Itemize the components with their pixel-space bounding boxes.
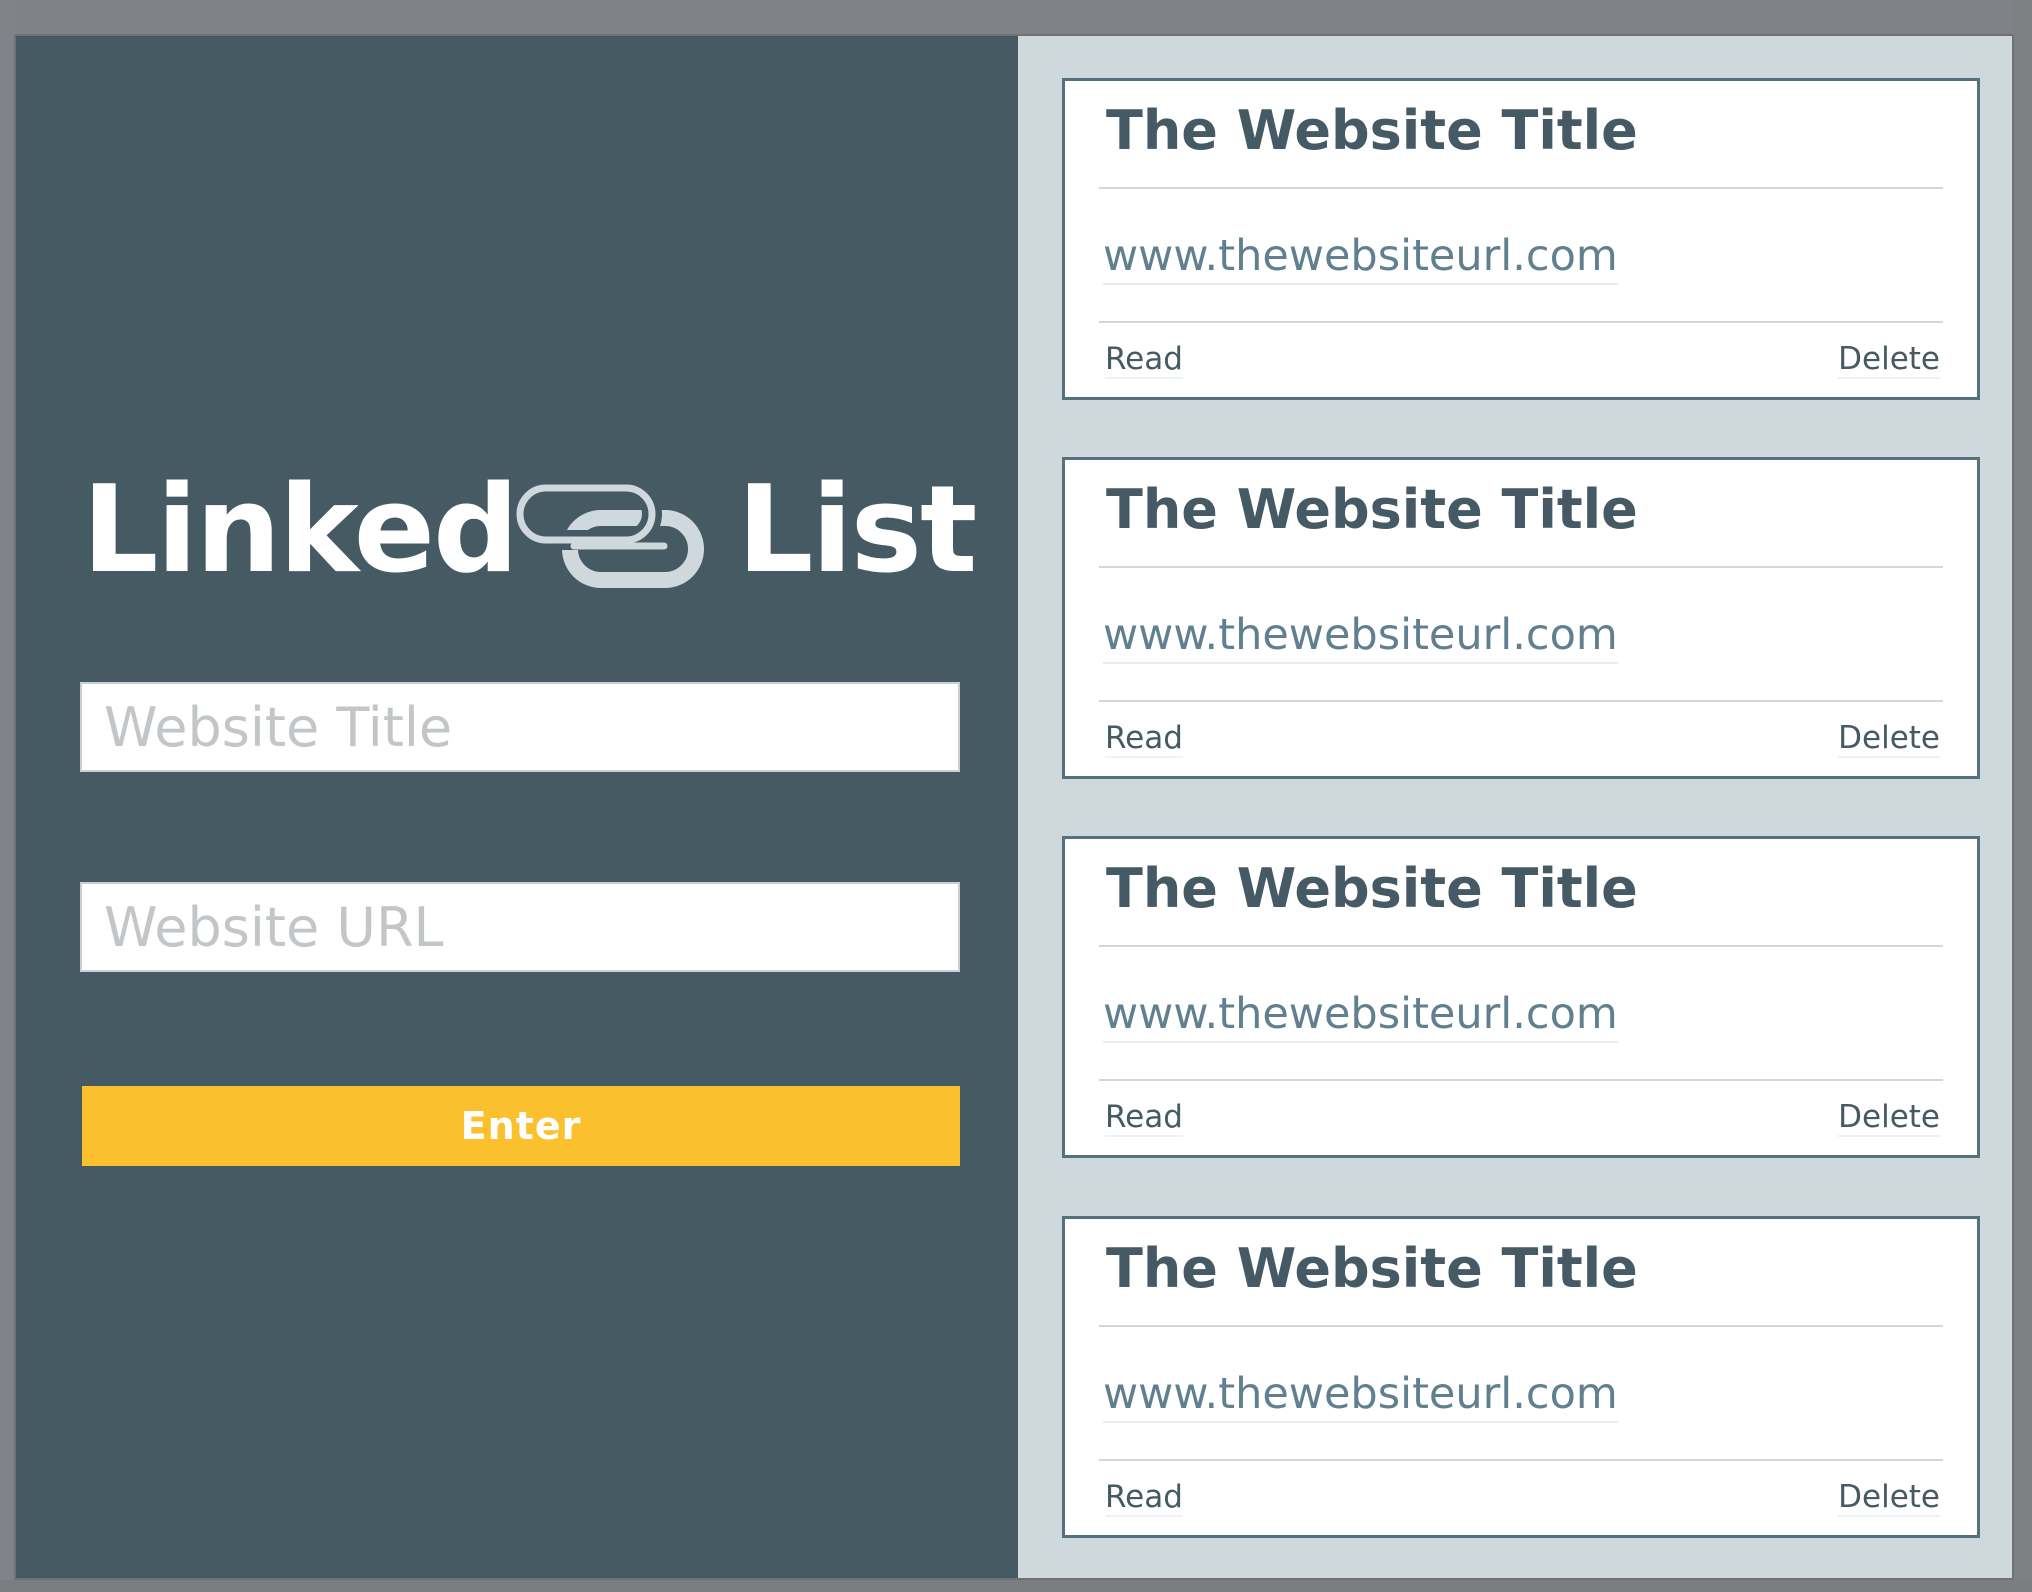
bookmark-title: The Website Title: [1106, 857, 1638, 920]
read-button[interactable]: Read: [1105, 341, 1183, 379]
window-frame-bottom: [0, 1580, 2032, 1592]
card-divider: [1099, 1325, 1943, 1327]
delete-button[interactable]: Delete: [1838, 1099, 1940, 1137]
bookmark-card: The Website Title www.thewebsiteurl.com …: [1062, 78, 1980, 400]
card-divider: [1099, 945, 1943, 947]
window-frame-left: [0, 0, 14, 1592]
bookmark-url-link[interactable]: www.thewebsiteurl.com: [1103, 610, 1618, 664]
delete-button[interactable]: Delete: [1838, 720, 1940, 758]
bookmark-url-link[interactable]: www.thewebsiteurl.com: [1103, 231, 1618, 285]
app-logo: Linked List: [82, 446, 977, 616]
bookmark-card: The Website Title www.thewebsiteurl.com …: [1062, 457, 1980, 779]
card-divider: [1099, 700, 1943, 702]
bookmark-title: The Website Title: [1106, 478, 1638, 541]
window-frame-top: [0, 0, 2032, 34]
input-panel: Linked List Enter: [16, 36, 1018, 1578]
link-chain-icon: [510, 476, 704, 596]
enter-button[interactable]: Enter: [82, 1086, 960, 1166]
read-button[interactable]: Read: [1105, 720, 1183, 758]
card-divider: [1099, 321, 1943, 323]
app-window: Linked List Enter The Website Title www.…: [14, 34, 2014, 1580]
bookmark-card: The Website Title www.thewebsiteurl.com …: [1062, 1216, 1980, 1538]
bookmark-url-link[interactable]: www.thewebsiteurl.com: [1103, 989, 1618, 1043]
read-button[interactable]: Read: [1105, 1479, 1183, 1517]
bookmark-card: The Website Title www.thewebsiteurl.com …: [1062, 836, 1980, 1158]
card-divider: [1099, 187, 1943, 189]
delete-button[interactable]: Delete: [1838, 341, 1940, 379]
card-divider: [1099, 566, 1943, 568]
card-divider: [1099, 1079, 1943, 1081]
logo-word-list: List: [737, 461, 977, 600]
bookmark-title: The Website Title: [1106, 99, 1638, 162]
bookmark-list: The Website Title www.thewebsiteurl.com …: [1018, 36, 2012, 1578]
website-url-input[interactable]: [80, 882, 960, 972]
card-divider: [1099, 1459, 1943, 1461]
logo-word-linked: Linked: [82, 461, 519, 600]
bookmark-url-link[interactable]: www.thewebsiteurl.com: [1103, 1369, 1618, 1423]
website-title-input[interactable]: [80, 682, 960, 772]
read-button[interactable]: Read: [1105, 1099, 1183, 1137]
bookmark-title: The Website Title: [1106, 1237, 1638, 1300]
delete-button[interactable]: Delete: [1838, 1479, 1940, 1517]
window-frame-right: [2014, 0, 2032, 1592]
